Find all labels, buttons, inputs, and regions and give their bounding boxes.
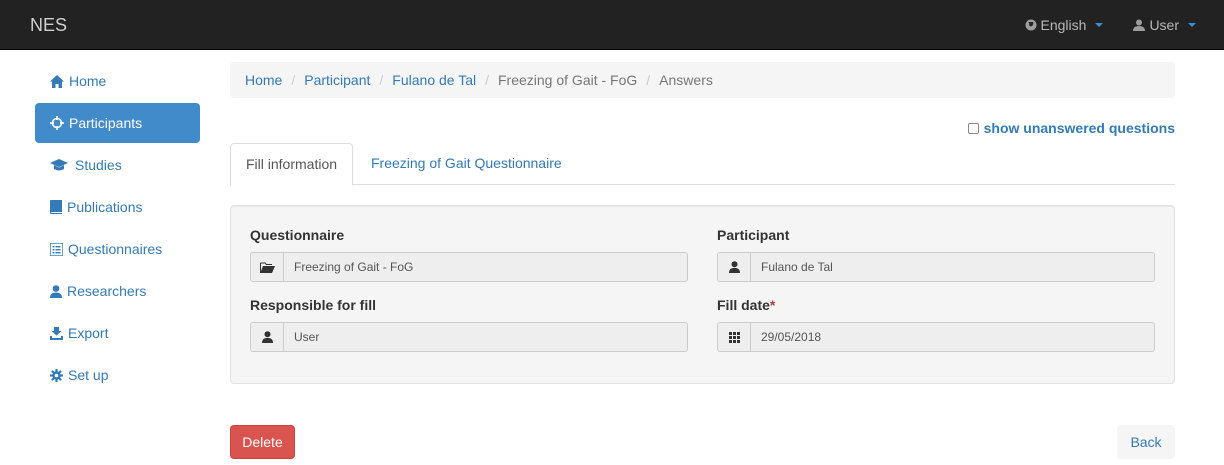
sidebar-item-label: Questionnaires: [68, 241, 163, 257]
export-icon: [50, 326, 63, 340]
delete-button[interactable]: Delete: [230, 425, 295, 459]
responsible-addon: [250, 322, 284, 352]
navbar-right: English User: [1010, 0, 1224, 50]
user-icon: [261, 331, 273, 343]
breadcrumb: Home / Participant / Fulano de Tal / Fre…: [230, 62, 1175, 98]
responsible-label: Responsible for fill: [250, 297, 377, 313]
participant-input-group: Fulano de Tal: [717, 252, 1155, 282]
main-content: Home / Participant / Fulano de Tal / Fre…: [230, 62, 1175, 384]
brand-logo[interactable]: NES: [30, 15, 67, 35]
sidebar-item-label: Home: [69, 73, 107, 89]
sidebar-item-label: Export: [68, 325, 109, 341]
back-button[interactable]: Back: [1117, 425, 1175, 459]
questionnaire-input-group: Freezing of Gait - FoG: [250, 252, 688, 282]
sidebar-item-setup[interactable]: Set up: [35, 355, 200, 395]
sidebar-item-researchers[interactable]: Researchers: [35, 271, 200, 311]
sidebar-item-publications[interactable]: Publications: [35, 187, 200, 227]
sidebar-item-label: Studies: [75, 157, 122, 173]
gear-icon: [50, 368, 63, 382]
sidebar-item-label: Set up: [68, 367, 109, 383]
fill-date-addon: [717, 322, 751, 352]
breadcrumb-separator: /: [485, 72, 489, 88]
sidebar-item-questionnaires[interactable]: Questionnaires: [35, 229, 200, 269]
participant-label: Participant: [717, 227, 790, 243]
user-icon: [50, 284, 62, 298]
fill-date-label-text: Fill date: [717, 297, 770, 313]
graduation-cap-icon: [50, 159, 68, 171]
participants-icon: [50, 116, 64, 130]
folder-open-icon: [259, 262, 275, 273]
sidebar-item-studies[interactable]: Studies: [35, 145, 200, 185]
participant-addon: [717, 252, 751, 282]
sidebar-item-participants[interactable]: Participants: [35, 103, 200, 143]
questionnaire-field: Questionnaire Freezing of Gait - FoG: [250, 227, 688, 282]
caret-down-icon: [1188, 23, 1196, 27]
caret-down-icon: [1095, 23, 1104, 27]
breadcrumb-current-questionnaire: Freezing of Gait - FoG: [498, 72, 638, 88]
questionnaire-addon: [250, 252, 284, 282]
breadcrumb-link-fulano[interactable]: Fulano de Tal: [392, 72, 476, 88]
book-icon: [50, 200, 62, 214]
show-unanswered-checkbox[interactable]: [967, 122, 979, 134]
fill-date-field: Fill date* 29/05/2018: [717, 297, 1155, 352]
tab-bar: Fill information Freezing of Gait Questi…: [230, 143, 1175, 186]
participant-value: Fulano de Tal: [751, 252, 1155, 282]
sidebar-item-label: Publications: [67, 199, 143, 215]
tab-freezing-of-gait-questionnaire[interactable]: Freezing of Gait Questionnaire: [356, 143, 577, 185]
fill-date-input-group: 29/05/2018: [717, 322, 1155, 352]
sidebar-item-export[interactable]: Export: [35, 313, 200, 353]
responsible-field: Responsible for fill User: [250, 297, 688, 352]
breadcrumb-link-home[interactable]: Home: [245, 72, 282, 88]
list-icon: [50, 242, 63, 256]
participant-field: Participant Fulano de Tal: [717, 227, 1155, 282]
calendar-icon: [728, 331, 740, 343]
questionnaire-value: Freezing of Gait - FoG: [284, 252, 688, 282]
tab-fill-information[interactable]: Fill information: [230, 143, 354, 186]
breadcrumb-separator: /: [379, 72, 384, 88]
user-icon: [728, 261, 740, 273]
questionnaire-label: Questionnaire: [250, 227, 345, 243]
language-dropdown[interactable]: English: [1010, 0, 1119, 50]
top-navbar: NES English User: [0, 0, 1224, 50]
show-unanswered-toggle[interactable]: show unanswered questions: [967, 120, 1175, 136]
user-dropdown[interactable]: User: [1118, 0, 1224, 50]
breadcrumb-separator: /: [646, 72, 651, 88]
breadcrumb-link-participant[interactable]: Participant: [304, 72, 370, 88]
user-label: User: [1149, 17, 1179, 33]
show-unanswered-label[interactable]: show unanswered questions: [984, 120, 1175, 136]
fill-date-value: 29/05/2018: [751, 322, 1155, 352]
home-icon: [50, 74, 64, 88]
language-label: English: [1040, 17, 1087, 33]
sidebar-item-home[interactable]: Home: [35, 61, 200, 101]
responsible-input-group: User: [250, 322, 688, 352]
user-icon: [1133, 19, 1146, 31]
breadcrumb-separator: /: [291, 72, 296, 88]
sidebar-item-label: Researchers: [67, 283, 147, 299]
sidebar-nav: Home Participants Studies Publications Q…: [35, 61, 200, 397]
fill-date-label: Fill date*: [717, 297, 1155, 317]
fill-information-panel: Questionnaire Freezing of Gait - FoG Par…: [230, 205, 1175, 384]
breadcrumb-current-answers: Answers: [659, 72, 713, 88]
required-mark: *: [769, 297, 776, 313]
globe-icon: [1025, 19, 1037, 31]
responsible-value: User: [284, 322, 688, 352]
sidebar-item-label: Participants: [69, 115, 143, 131]
